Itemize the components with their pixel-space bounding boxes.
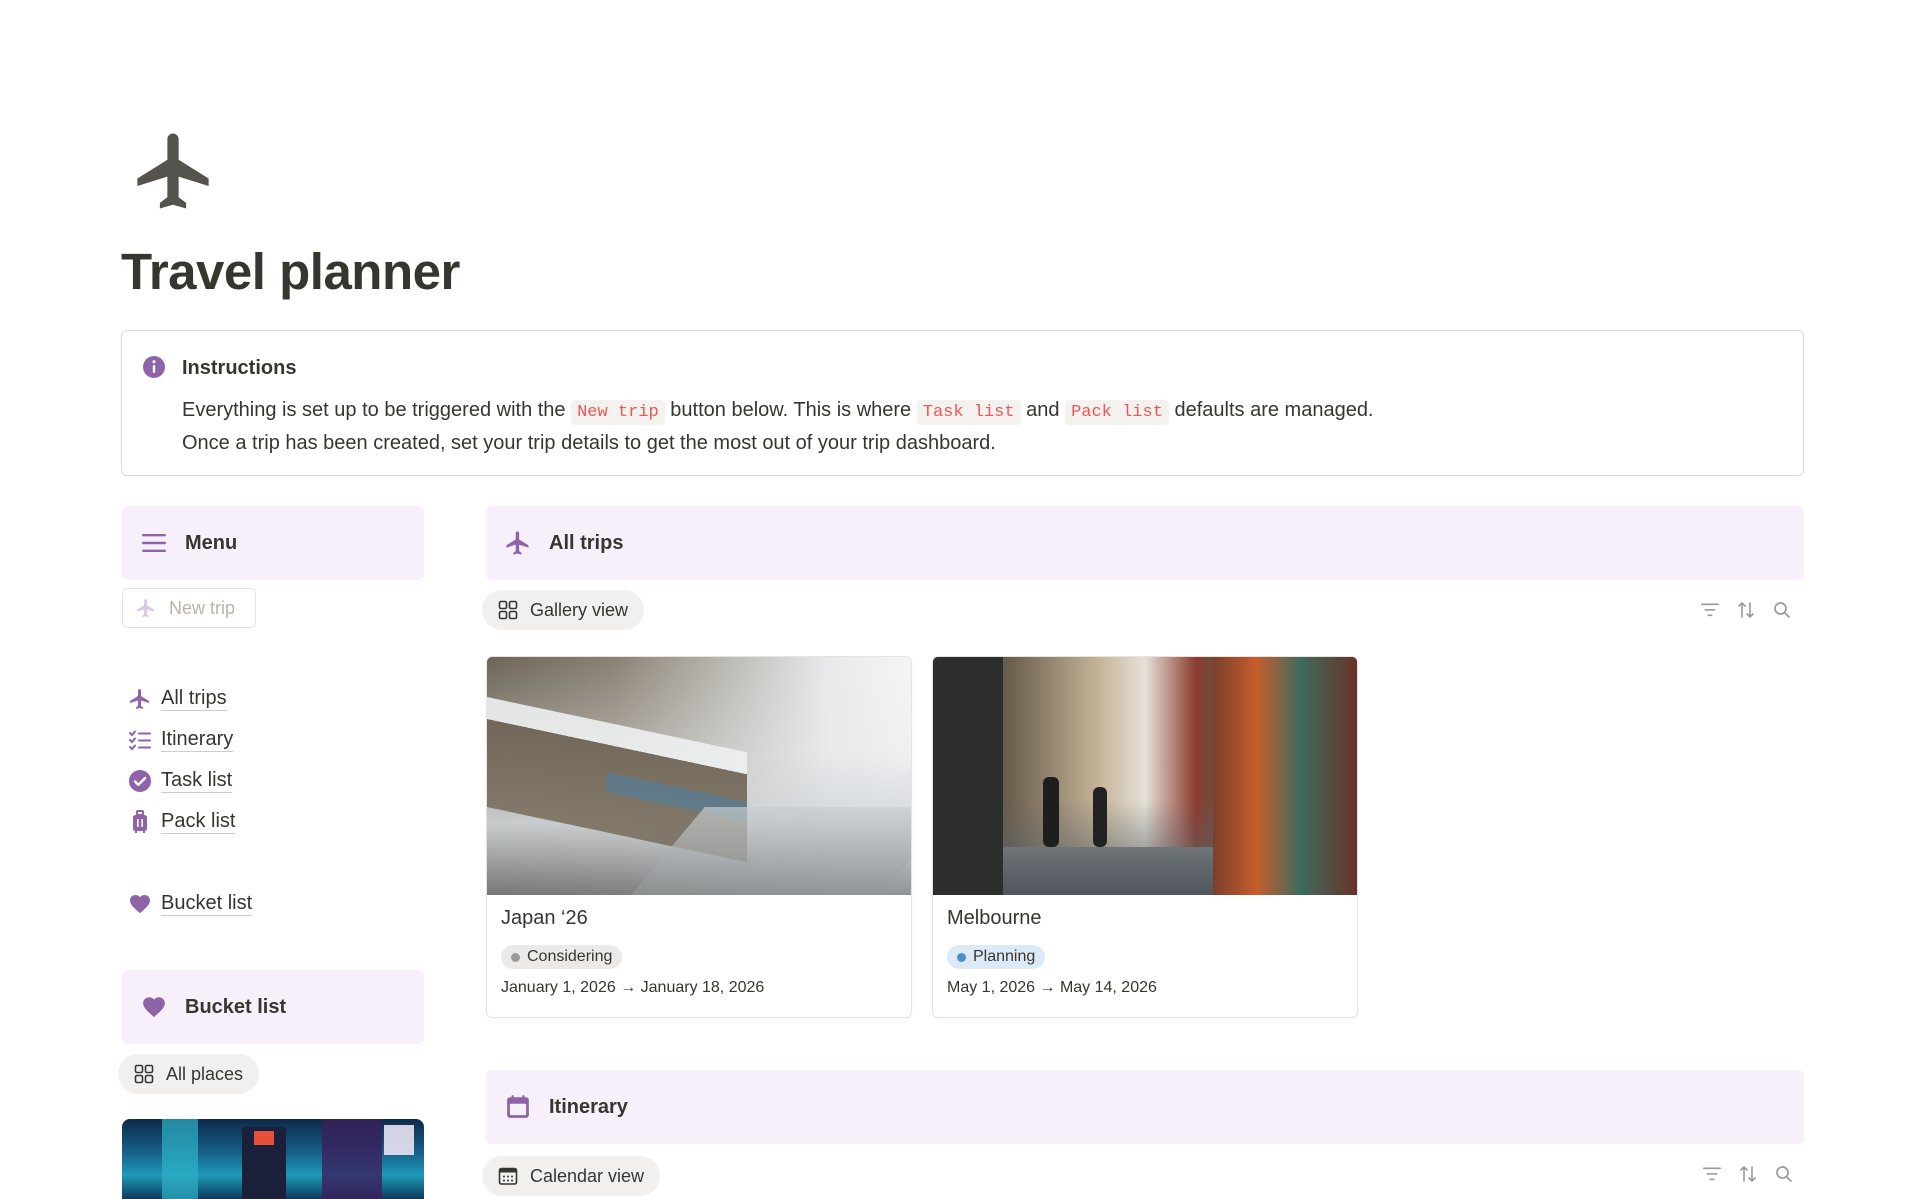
status-dot <box>511 952 520 962</box>
code-task-list: Task list <box>916 400 1021 425</box>
check-circle-icon <box>128 769 152 793</box>
all-trips-header: All trips <box>486 506 1804 580</box>
view-tab-all-places[interactable]: All places <box>118 1054 260 1094</box>
trip-card-japan[interactable]: Japan ‘26 Considering January 1, 2026 → … <box>486 656 912 1018</box>
callout-text: button below. This is where <box>670 399 912 421</box>
airplane-icon <box>128 687 152 711</box>
airplane-icon[interactable] <box>128 126 218 216</box>
instructions-callout: Instructions Everything is set up to be … <box>121 330 1804 476</box>
luggage-icon <box>128 809 152 834</box>
heart-icon <box>128 892 152 916</box>
status-badge: Planning <box>947 945 1046 969</box>
status-label: Considering <box>527 948 613 965</box>
bucket-list-card-cover[interactable] <box>122 1119 424 1199</box>
trip-card-cover <box>933 657 1357 895</box>
menu-list: All trips Itinerary Task list Pack list … <box>128 678 253 924</box>
view-tab-gallery[interactable]: Gallery view <box>482 590 645 630</box>
callout-body: Everything is set up to be triggered wit… <box>182 395 1374 459</box>
page-title: Travel planner <box>121 243 460 300</box>
menu-item-pack-list[interactable]: Pack list <box>128 801 252 842</box>
code-pack-list: Pack list <box>1065 400 1169 425</box>
heart-icon <box>140 993 168 1021</box>
calendar-icon <box>498 1167 518 1185</box>
callout-text: defaults are managed. <box>1174 399 1374 421</box>
bucket-list-header: Bucket list <box>122 970 424 1044</box>
menu-item-task-list[interactable]: Task list <box>128 760 252 801</box>
sort-icon[interactable] <box>1736 600 1756 620</box>
view-tab-label: All places <box>166 1063 244 1084</box>
menu-item-all-trips[interactable]: All trips <box>128 678 252 719</box>
trip-card-dates: January 1, 2026 → January 18, 2026 <box>501 979 765 996</box>
bucket-list-title: Bucket list <box>185 995 287 1018</box>
trip-card-melbourne[interactable]: Melbourne Planning May 1, 2026 → May 14,… <box>932 656 1358 1018</box>
trip-card-cover <box>487 657 911 895</box>
itinerary-title: Itinerary <box>549 1095 628 1118</box>
view-tab-calendar[interactable]: Calendar view <box>482 1156 661 1196</box>
callout-text: Everything is set up to be triggered wit… <box>182 399 566 421</box>
gallery-grid-icon <box>134 1064 154 1084</box>
view-tab-label: Calendar view <box>530 1165 645 1186</box>
trip-card-dates: May 1, 2026 → May 14, 2026 <box>947 979 1157 996</box>
hamburger-icon <box>140 529 168 557</box>
airplane-icon <box>136 598 155 618</box>
view-tab-label: Gallery view <box>530 599 629 620</box>
menu-item-bucket-list[interactable]: Bucket list <box>128 883 253 924</box>
itinerary-toolbar <box>1702 1164 1794 1184</box>
callout-text: and <box>1026 399 1060 421</box>
page: Travel planner Instructions Everything i… <box>0 0 1920 1199</box>
menu-spacer <box>128 842 252 883</box>
airplane-icon <box>504 529 532 557</box>
calendar-icon <box>504 1093 532 1121</box>
filter-icon[interactable] <box>1702 1164 1722 1184</box>
sort-icon[interactable] <box>1738 1164 1758 1184</box>
trips-toolbar <box>1700 600 1792 620</box>
status-badge: Considering <box>501 945 623 969</box>
gallery-grid-icon <box>498 600 518 620</box>
info-icon <box>143 356 165 378</box>
callout-title: Instructions <box>182 357 297 379</box>
callout-line-2: Once a trip has been created, set your t… <box>182 432 996 454</box>
search-icon[interactable] <box>1774 1164 1794 1184</box>
all-trips-title: All trips <box>549 531 624 554</box>
menu-item-label[interactable]: Task list <box>161 768 233 793</box>
menu-item-label[interactable]: Itinerary <box>161 727 234 752</box>
callout-line-1: Everything is set up to be triggered wit… <box>182 395 1374 428</box>
new-trip-button[interactable]: New trip <box>122 588 256 628</box>
checklist-icon <box>128 728 152 752</box>
trip-card-title: Japan ‘26 <box>501 907 588 929</box>
status-label: Planning <box>973 948 1036 965</box>
status-dot <box>957 952 966 962</box>
menu-title: Menu <box>185 531 238 554</box>
search-icon[interactable] <box>1772 600 1792 620</box>
menu-header: Menu <box>122 506 424 580</box>
code-new-trip: New trip <box>571 400 665 425</box>
menu-item-itinerary[interactable]: Itinerary <box>128 719 252 760</box>
new-trip-label: New trip <box>169 597 236 618</box>
trip-card-title: Melbourne <box>947 907 1042 929</box>
itinerary-header: Itinerary <box>486 1070 1804 1144</box>
menu-item-label[interactable]: Bucket list <box>161 891 253 916</box>
menu-item-label[interactable]: Pack list <box>161 809 236 834</box>
filter-icon[interactable] <box>1700 600 1720 620</box>
menu-item-label[interactable]: All trips <box>161 686 227 711</box>
